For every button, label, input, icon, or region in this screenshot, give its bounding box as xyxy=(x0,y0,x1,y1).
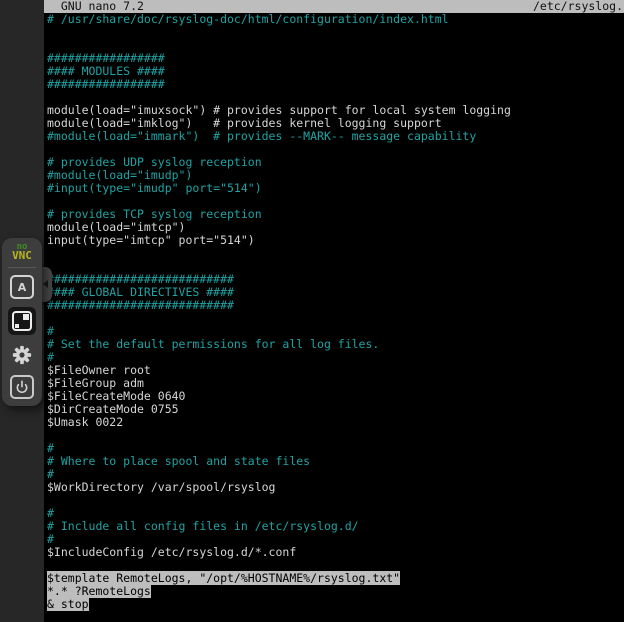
fullscreen-icon xyxy=(12,311,32,331)
gear-icon xyxy=(11,344,33,366)
terminal-line xyxy=(47,247,624,260)
keyboard-a-icon: A xyxy=(18,281,27,294)
terminal-line: ################# xyxy=(47,78,624,91)
collapse-arrow-icon xyxy=(43,280,48,288)
settings-button[interactable] xyxy=(10,343,34,367)
terminal-line: $IncludeConfig /etc/rsyslog.d/*.conf xyxy=(47,546,624,559)
file-path: /etc/rsyslog. xyxy=(533,0,623,13)
terminal-screen[interactable]: GNU nano 7.2 /etc/rsyslog. # /usr/share/… xyxy=(44,0,624,622)
terminal-line: *.* ?RemoteLogs xyxy=(47,585,624,598)
vnc-control-panel: no VNC A xyxy=(2,238,42,406)
novnc-logo: no VNC xyxy=(12,243,32,261)
extra-keys-button[interactable]: A xyxy=(10,275,34,299)
terminal-line xyxy=(47,429,624,442)
terminal-line: # Where to place spool and state files xyxy=(47,455,624,468)
panel-buttons: A xyxy=(8,275,36,399)
terminal-line xyxy=(47,26,624,39)
terminal-line: # /usr/share/doc/rsyslog-doc/html/config… xyxy=(47,13,624,26)
terminal-line xyxy=(47,312,624,325)
terminal-line: $Umask 0022 xyxy=(47,416,624,429)
terminal-line: $DirCreateMode 0755 xyxy=(47,403,624,416)
editor-content: # /usr/share/doc/rsyslog-doc/html/config… xyxy=(44,13,624,611)
terminal-line xyxy=(47,494,624,507)
novnc-logo-vnc: VNC xyxy=(12,251,32,261)
terminal-line: ########################### xyxy=(47,299,624,312)
terminal-line: #input(type="imudp" port="514") xyxy=(47,182,624,195)
vnc-screen: no VNC A xyxy=(0,0,624,622)
power-icon xyxy=(14,379,30,395)
terminal-line: input(type="imtcp" port="514") xyxy=(47,234,624,247)
fullscreen-button[interactable] xyxy=(8,307,36,335)
terminal-line: & stop xyxy=(47,598,624,611)
terminal-line: # Set the default permissions for all lo… xyxy=(47,338,624,351)
terminal-line: #module(load="immark") # provides --MARK… xyxy=(47,130,624,143)
terminal-line: $WorkDirectory /var/spool/rsyslog xyxy=(47,481,624,494)
power-button[interactable] xyxy=(10,375,34,399)
terminal-line: # Include all config files in /etc/rsysl… xyxy=(47,520,624,533)
panel-divider xyxy=(8,267,36,268)
